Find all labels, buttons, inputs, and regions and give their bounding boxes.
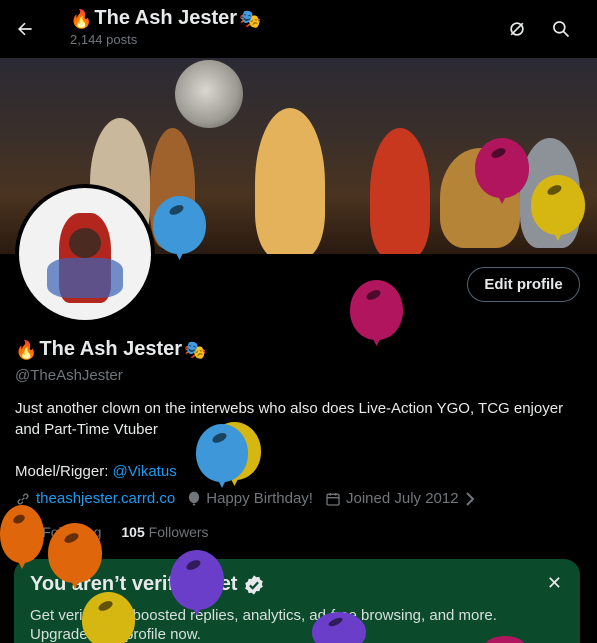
balloon-icon	[189, 491, 200, 505]
balloon-decoration	[82, 592, 135, 643]
balloon-decoration	[531, 175, 585, 235]
balloon-decoration	[475, 138, 529, 198]
user-handle: @TheAshJester	[15, 367, 123, 384]
display-name: 🔥 The Ash Jester 🎭	[15, 338, 207, 361]
verified-badge-icon	[245, 574, 264, 595]
bio-line: Just another clown on the interwebs who …	[15, 400, 564, 438]
website-item: theashjester.carrd.co	[15, 490, 175, 507]
joined-item[interactable]: Joined July 2012	[325, 490, 476, 507]
search-icon	[553, 21, 570, 38]
edit-profile-button[interactable]: Edit profile	[467, 267, 580, 302]
back-button[interactable]	[8, 12, 42, 46]
banner-figure	[255, 108, 325, 254]
followers-count: 105	[121, 524, 145, 540]
fire-emoji: 🔥	[15, 339, 38, 360]
birthday-item: Happy Birthday!	[187, 490, 313, 507]
display-name-text: The Ash Jester	[39, 338, 183, 360]
close-icon[interactable]: ✕	[547, 573, 562, 594]
masks-emoji: 🎭	[239, 8, 262, 29]
bio-model-label: Model/Rigger:	[15, 463, 113, 480]
balloon-decoration	[196, 424, 248, 482]
calendar-icon	[326, 492, 340, 506]
profile-bio: Just another clown on the interwebs who …	[15, 398, 585, 482]
bio-model-line: Model/Rigger: @Vikatus	[15, 461, 585, 482]
arrow-left-icon	[18, 22, 32, 36]
refresh-off-button[interactable]	[500, 12, 534, 46]
balloon-decoration	[0, 505, 44, 563]
avatar[interactable]	[15, 184, 155, 324]
birthday-text: Happy Birthday!	[206, 490, 313, 507]
posts-count: 2,144 posts	[70, 32, 138, 47]
banner-figure	[370, 128, 430, 254]
website-link[interactable]: theashjester.carrd.co	[36, 490, 175, 507]
refresh-off-icon	[510, 22, 524, 36]
balloon-decoration	[153, 196, 206, 254]
banner-moon	[175, 60, 243, 128]
page-title: 🔥 The Ash Jester 🎭	[70, 7, 262, 30]
profile-meta: theashjester.carrd.co Happy Birthday! Jo…	[15, 490, 476, 507]
avatar-image	[19, 188, 151, 320]
chevron-right-icon	[465, 491, 474, 506]
follow-stats: 244 Following 105 Followers	[15, 524, 209, 540]
followers-link[interactable]: 105 Followers	[121, 524, 208, 540]
page-title-text: The Ash Jester	[94, 7, 238, 29]
joined-text: Joined July 2012	[345, 490, 459, 507]
bio-model-link[interactable]: @Vikatus	[113, 463, 177, 480]
header-title-block: 🔥 The Ash Jester 🎭 2,144 posts	[70, 7, 262, 47]
balloon-decoration	[170, 550, 224, 610]
search-button[interactable]	[544, 12, 578, 46]
masks-emoji: 🎭	[184, 339, 207, 360]
followers-label: Followers	[148, 524, 209, 540]
balloon-decoration	[48, 523, 102, 583]
fire-emoji: 🔥	[70, 8, 93, 29]
balloon-decoration	[350, 280, 403, 340]
top-bar: 🔥 The Ash Jester 🎭 2,144 posts	[0, 0, 597, 58]
